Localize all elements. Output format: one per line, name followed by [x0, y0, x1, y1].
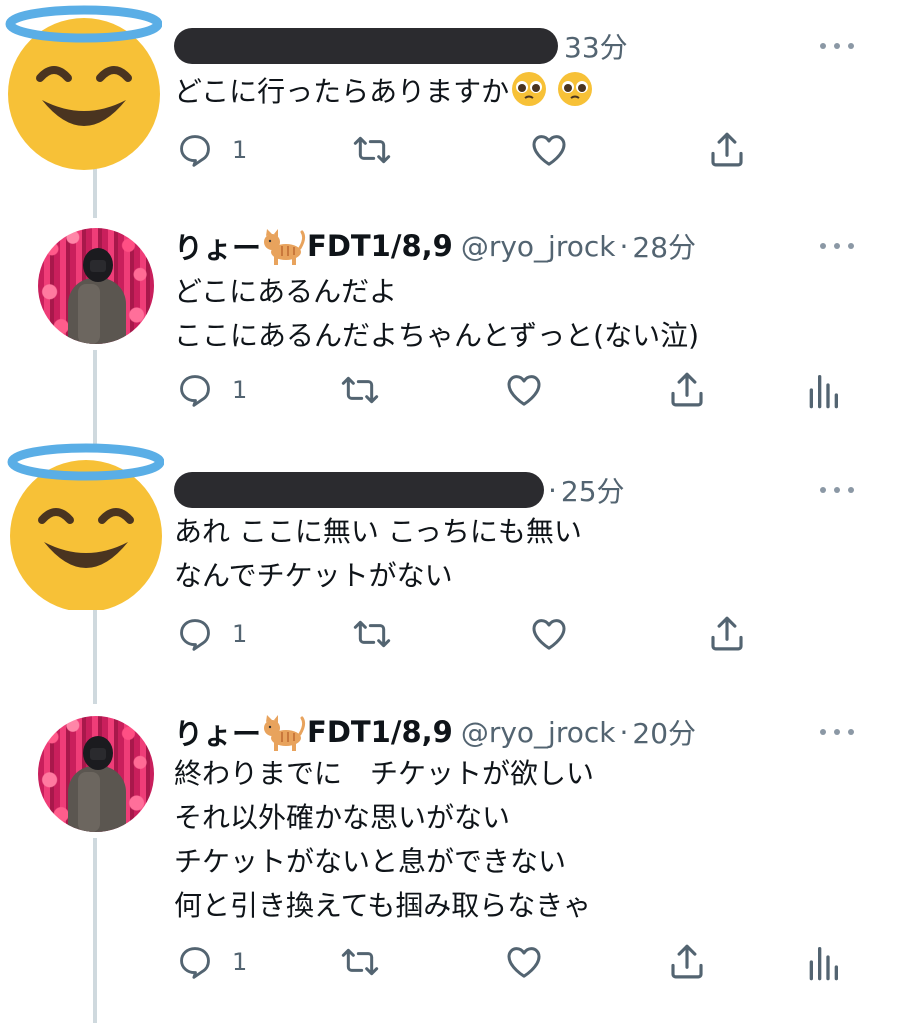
- heart-icon: [532, 135, 566, 166]
- reply-icon: [180, 135, 210, 167]
- separator-dot: ·: [619, 229, 629, 263]
- tweet-actions: 1: [0, 940, 897, 984]
- tweet-header: 33分: [174, 24, 628, 68]
- user-handle[interactable]: @ryo_jrock: [461, 230, 616, 263]
- reply-icon: [180, 619, 210, 651]
- more-icon[interactable]: [820, 484, 856, 498]
- timestamp[interactable]: 33分: [564, 26, 628, 66]
- retweet-icon: [341, 376, 379, 404]
- retweet-icon: [353, 136, 391, 164]
- share-icon: [671, 372, 703, 407]
- display-name-suffix[interactable]: FDT1/8,9: [307, 715, 453, 749]
- avatar-figure: [78, 284, 100, 344]
- redacted-name: [174, 28, 558, 64]
- analytics-button[interactable]: [806, 940, 840, 984]
- share-button[interactable]: [706, 612, 748, 656]
- user-handle[interactable]: @ryo_jrock: [461, 716, 616, 749]
- reply-count: 1: [232, 376, 248, 404]
- more-icon[interactable]: [820, 40, 856, 54]
- more-icon[interactable]: [820, 726, 856, 740]
- avatar-figure: [78, 772, 100, 832]
- heart-icon: [507, 947, 541, 978]
- tweet-text: あれ ここに無い こっちにも無い なんでチケットがない: [174, 515, 582, 592]
- retweet-button[interactable]: [340, 940, 380, 984]
- cat-icon: [264, 229, 306, 265]
- share-icon: [711, 132, 743, 167]
- display-name-suffix[interactable]: FDT1/8,9: [307, 229, 453, 263]
- reply-button[interactable]: 1: [176, 940, 247, 984]
- reply-count: 1: [232, 620, 248, 648]
- tweet[interactable]: りょー FDT1/8,9 @ryo_jrock · 20分 終わりまでに チケッ…: [0, 690, 897, 1023]
- timestamp[interactable]: 25分: [561, 470, 625, 510]
- like-button[interactable]: [529, 612, 569, 656]
- tweet-text-content: どこに行ったらありますか: [174, 75, 510, 108]
- tweet-actions: 1: [0, 368, 897, 412]
- tweet-actions: 1: [0, 612, 897, 656]
- profile-photo-avatar[interactable]: [38, 228, 154, 344]
- cat-icon: [264, 715, 306, 751]
- share-button[interactable]: [666, 940, 708, 984]
- timestamp[interactable]: 28分: [632, 226, 696, 266]
- tweet[interactable]: · 25分 あれ ここに無い こっちにも無い なんでチケットがない 1: [0, 440, 897, 690]
- reply-icon: [180, 947, 210, 979]
- more-icon[interactable]: [820, 240, 856, 254]
- retweet-button[interactable]: [352, 128, 392, 172]
- reply-button[interactable]: 1: [176, 612, 247, 656]
- tweet-text: どこに行ったらありますか: [174, 70, 593, 114]
- display-name[interactable]: りょー: [174, 711, 261, 753]
- tweet-header: · 25分: [174, 468, 625, 512]
- share-icon: [671, 944, 703, 979]
- retweet-button[interactable]: [352, 612, 392, 656]
- tweet-text: 終わりまでに チケットが欲しい それ以外確かな思いがない チケットがないと息がで…: [174, 757, 595, 922]
- like-button[interactable]: [504, 940, 544, 984]
- reply-button[interactable]: 1: [176, 128, 247, 172]
- tweet-header: りょー FDT1/8,9 @ryo_jrock · 28分: [174, 224, 696, 268]
- tweet[interactable]: りょー FDT1/8,9 @ryo_jrock · 28分 どこにあるんだよ こ…: [0, 200, 897, 440]
- tweet[interactable]: 33分 どこに行ったらありますか 1: [0, 0, 897, 200]
- heart-icon: [532, 619, 566, 650]
- timestamp[interactable]: 20分: [632, 712, 696, 752]
- separator-dot: ·: [619, 715, 629, 749]
- smiling-face-with-halo-avatar[interactable]: [4, 440, 164, 610]
- reply-button[interactable]: 1: [176, 368, 247, 412]
- reply-count: 1: [232, 948, 248, 976]
- pleading-face-icon: [558, 72, 593, 106]
- share-button[interactable]: [666, 368, 708, 412]
- like-button[interactable]: [504, 368, 544, 412]
- heart-icon: [507, 375, 541, 406]
- tweet-header: りょー FDT1/8,9 @ryo_jrock · 20分: [174, 710, 696, 754]
- share-button[interactable]: [706, 128, 748, 172]
- retweet-icon: [353, 620, 391, 648]
- share-icon: [711, 616, 743, 651]
- separator-dot: ·: [548, 473, 557, 507]
- avatar-figure: [90, 748, 106, 760]
- retweet-button[interactable]: [340, 368, 380, 412]
- like-button[interactable]: [529, 128, 569, 172]
- analytics-button[interactable]: [806, 368, 840, 412]
- retweet-icon: [341, 948, 379, 976]
- tweet-actions: 1: [0, 128, 897, 172]
- redacted-name: [174, 472, 544, 508]
- analytics-icon: [809, 375, 838, 409]
- pleading-face-icon: [512, 72, 547, 106]
- analytics-icon: [809, 947, 838, 981]
- reply-count: 1: [232, 136, 248, 164]
- display-name[interactable]: りょー: [174, 225, 261, 267]
- profile-photo-avatar[interactable]: [38, 716, 154, 832]
- reply-icon: [180, 375, 210, 407]
- tweet-text: どこにあるんだよ ここにあるんだよちゃんとずっと(ない泣): [174, 275, 700, 352]
- avatar-figure: [90, 260, 106, 272]
